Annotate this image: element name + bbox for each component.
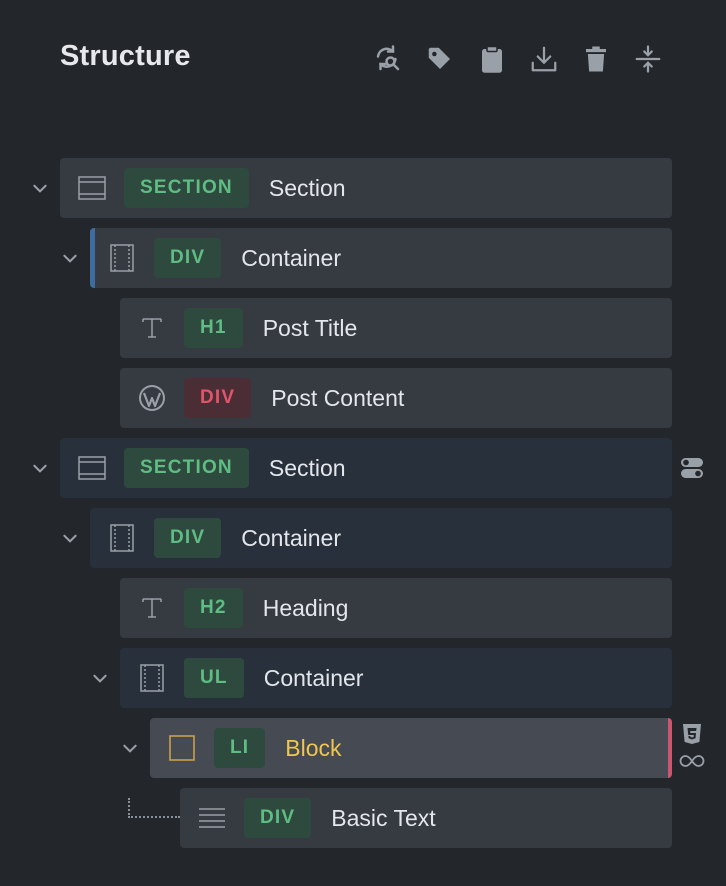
expand-collapse-button[interactable] (630, 40, 666, 78)
element-label: Post Content (271, 384, 405, 411)
infinity-icon[interactable] (679, 751, 705, 771)
wordpress-icon (132, 378, 172, 418)
collapse-toggle[interactable] (29, 457, 51, 479)
tree-row-basic-text[interactable]: DIV Basic Text (180, 788, 672, 848)
tag-button[interactable] (422, 40, 458, 78)
element-label: Section (268, 174, 346, 201)
chevron-down-icon (123, 744, 137, 753)
tag-badge: SECTION (124, 168, 249, 208)
tag-badge: LI (214, 728, 266, 768)
collapse-toggle[interactable] (29, 177, 51, 199)
panel-title: Structure (60, 40, 191, 72)
element-label: Section (268, 454, 346, 481)
collapse-toggle[interactable] (59, 527, 81, 549)
tag-badge: DIV (154, 238, 222, 278)
css3-icon[interactable] (680, 722, 704, 746)
element-label: Post Title (262, 314, 358, 341)
refresh-search-button[interactable] (370, 40, 406, 78)
block-icon (162, 728, 202, 768)
text-icon (132, 308, 172, 348)
tree-row-list-container[interactable]: UL Container (120, 648, 672, 708)
refresh-search-icon (376, 45, 400, 71)
clipboard-icon (482, 45, 502, 73)
expand-collapse-icon (635, 45, 661, 73)
collapse-toggle[interactable] (119, 737, 141, 759)
tag-badge: SECTION (124, 448, 249, 488)
section-icon (72, 168, 112, 208)
tag-badge: DIV (184, 378, 252, 418)
tree-row-container[interactable]: DIV Container (90, 508, 672, 568)
container-icon (102, 518, 142, 558)
collapse-toggle[interactable] (89, 667, 111, 689)
element-label: Container (241, 524, 342, 551)
tag-badge: DIV (154, 518, 222, 558)
tree-row-block[interactable]: LI Block (150, 718, 672, 778)
download-icon (531, 46, 557, 72)
tag-badge: DIV (244, 798, 312, 838)
tree-connector (128, 798, 180, 818)
tag-icon (428, 47, 450, 69)
tree-row-container[interactable]: DIV Container (90, 228, 672, 288)
element-label: Container (263, 664, 364, 691)
toggle-icon[interactable] (679, 455, 705, 481)
container-icon (132, 658, 172, 698)
tree-row-post-title[interactable]: H1 Post Title (120, 298, 672, 358)
tree-row-heading[interactable]: H2 Heading (120, 578, 672, 638)
element-label: Block (285, 734, 342, 761)
text-icon (132, 588, 172, 628)
chevron-down-icon (93, 674, 107, 683)
tag-badge: H1 (184, 308, 243, 348)
tree-row-section[interactable]: SECTION Section (60, 158, 672, 218)
chevron-down-icon (63, 254, 77, 263)
section-icon (72, 448, 112, 488)
download-button[interactable] (526, 40, 562, 78)
chevron-down-icon (33, 184, 47, 193)
trash-icon (586, 46, 606, 72)
tag-badge: H2 (184, 588, 243, 628)
tag-badge: UL (184, 658, 244, 698)
element-label: Basic Text (331, 804, 436, 831)
paragraph-icon (192, 798, 232, 838)
tree-row-section[interactable]: SECTION Section (60, 438, 672, 498)
element-label: Container (241, 244, 342, 271)
collapse-toggle[interactable] (59, 247, 81, 269)
clipboard-button[interactable] (474, 40, 510, 78)
chevron-down-icon (63, 534, 77, 543)
container-icon (102, 238, 142, 278)
element-label: Heading (262, 594, 349, 621)
tree-row-post-content[interactable]: DIV Post Content (120, 368, 672, 428)
chevron-down-icon (33, 464, 47, 473)
trash-button[interactable] (578, 40, 614, 78)
